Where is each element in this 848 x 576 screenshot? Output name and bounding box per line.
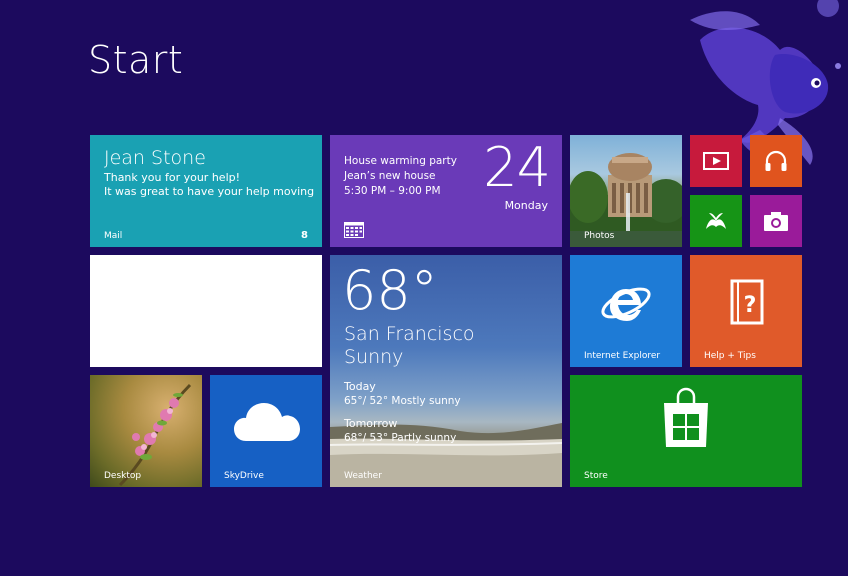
store-bag-icon	[664, 387, 708, 447]
headphones-icon	[765, 150, 787, 171]
help-tips-tile[interactable]: ? Help + Tips	[690, 255, 802, 367]
desktop-label: Desktop	[104, 471, 142, 481]
calendar-event-title: House warming party	[344, 155, 457, 167]
games-tile[interactable]	[690, 195, 742, 247]
mail-preview: It was great to have your help moving	[104, 185, 315, 198]
calendar-day-number: 24	[483, 136, 551, 199]
calendar-icon	[344, 222, 364, 238]
internet-explorer-icon	[601, 287, 651, 321]
desktop-tile[interactable]: Desktop	[90, 375, 202, 487]
weather-tomorrow-forecast: 68°/ 53° Partly sunny	[344, 432, 457, 444]
weather-city: San Francisco	[344, 323, 475, 345]
calendar-event-location: Jean’s new house	[344, 170, 436, 182]
calendar-weekday: Monday	[504, 199, 548, 212]
mail-tile[interactable]: Jean Stone Thank you for your help! It w…	[90, 135, 322, 247]
weather-today-label: Today	[344, 380, 376, 393]
calendar-tile[interactable]: House warming party Jean’s new house 5:3…	[330, 135, 562, 247]
blank-tile[interactable]	[90, 255, 322, 367]
weather-condition: Sunny	[344, 346, 404, 368]
mail-unread-count: 8	[301, 230, 308, 241]
weather-today-forecast: 65°/ 52° Mostly sunny	[344, 395, 461, 407]
mail-label: Mail	[104, 231, 123, 241]
help-book-icon: ?	[730, 279, 764, 325]
music-tile[interactable]	[750, 135, 802, 187]
skydrive-label: SkyDrive	[224, 471, 264, 481]
svg-text:?: ?	[744, 293, 757, 318]
camera-tile[interactable]	[750, 195, 802, 247]
weather-temperature: 68°	[342, 259, 438, 322]
video-tile[interactable]	[690, 135, 742, 187]
store-label: Store	[584, 471, 608, 481]
photos-label: Photos	[584, 231, 615, 241]
mail-subject: Thank you for your help!	[104, 171, 241, 184]
photos-tile[interactable]: Photos	[570, 135, 682, 247]
internet-explorer-tile[interactable]: Internet Explorer	[570, 255, 682, 367]
weather-tile[interactable]: 68° San Francisco Sunny Today 65°/ 52° M…	[330, 255, 562, 487]
calendar-event-time: 5:30 PM – 9:00 PM	[344, 185, 441, 197]
page-title: Start	[88, 38, 184, 82]
xbox-icon	[706, 213, 726, 229]
skydrive-tile[interactable]: SkyDrive	[210, 375, 322, 487]
mail-sender: Jean Stone	[104, 147, 206, 169]
weather-tomorrow-label: Tomorrow	[344, 417, 398, 430]
weather-label: Weather	[344, 471, 382, 481]
cloud-icon	[234, 403, 300, 441]
internet-explorer-label: Internet Explorer	[584, 351, 661, 361]
video-icon	[703, 152, 729, 170]
store-tile[interactable]: Store	[570, 375, 802, 487]
camera-icon	[764, 212, 788, 231]
help-tips-label: Help + Tips	[704, 351, 756, 361]
